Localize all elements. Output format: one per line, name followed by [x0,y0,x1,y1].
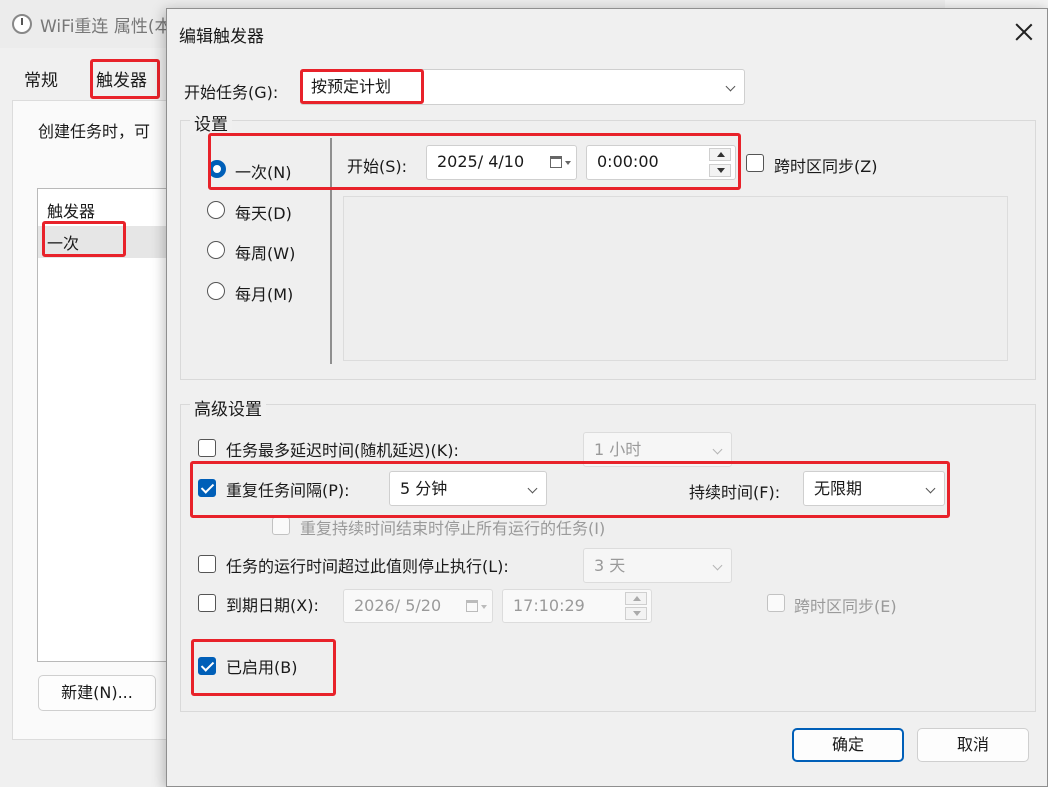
stop-longer-value: 3 天 [594,556,626,575]
calendar-icon[interactable] [466,600,487,612]
expire-sync-label[interactable]: 跨时区同步(E) [794,593,897,617]
radio-weekly-label[interactable]: 每周(W) [235,240,295,264]
new-trigger-button[interactable]: 新建(N)... [38,675,156,711]
sync-timezones-label[interactable]: 跨时区同步(Z) [774,153,877,177]
cancel-button[interactable]: 取消 [917,728,1029,762]
clock-icon [12,14,32,34]
expire-sync-checkbox[interactable] [767,594,785,612]
highlight-tab-triggers [90,59,160,99]
expire-date-picker[interactable]: 2026/ 5/20 [343,589,493,623]
tab-general[interactable]: 常规 [24,66,58,91]
spin-up-icon[interactable] [625,592,647,605]
expire-label[interactable]: 到期日期(X): [226,592,319,616]
close-icon[interactable] [1012,20,1036,44]
delay-label[interactable]: 任务最多延迟时间(随机延迟)(K): [226,437,459,461]
expire-time-value: 17:10:29 [513,596,585,615]
triggers-description: 创建任务时，可 [38,122,151,141]
expire-checkbox[interactable] [198,594,216,612]
stop-longer-label[interactable]: 任务的运行时间超过此值则停止执行(L): [226,553,509,577]
highlight-begin-task [300,69,424,104]
highlight-enabled [191,639,336,696]
triggers-list-header[interactable]: 触发器 [47,198,95,222]
delay-value: 1 小时 [594,440,642,459]
task-properties-title: WiFi重连 属性(本 [40,17,172,37]
settings-group-title: 设置 [190,110,232,135]
radio-daily-label[interactable]: 每天(D) [235,200,292,224]
expire-date-value: 2026/ 5/20 [354,596,442,615]
triggers-list[interactable] [37,188,177,662]
chevron-down-icon [712,444,723,455]
highlight-start-settings [208,133,741,190]
highlight-repeat-interval [190,461,950,518]
chevron-down-icon [712,560,723,571]
ok-button[interactable]: 确定 [792,728,904,762]
stop-all-checkbox[interactable] [272,517,290,535]
advanced-settings-title: 高级设置 [190,395,266,420]
spin-down-icon[interactable] [625,607,647,620]
radio-monthly-label[interactable]: 每月(M) [235,281,293,305]
delay-checkbox[interactable] [198,439,216,457]
expire-time-field[interactable]: 17:10:29 [502,589,652,623]
dialog-title: 编辑触发器 [179,27,264,47]
stop-all-label[interactable]: 重复持续时间结束时停止所有运行的任务(I) [300,515,605,539]
stop-longer-checkbox[interactable] [198,555,216,573]
sync-timezones-checkbox[interactable] [746,154,764,172]
chevron-down-icon [725,81,736,92]
schedule-detail-panel [343,196,1008,361]
radio-weekly[interactable] [207,241,225,259]
begin-task-label: 开始任务(G): [184,83,279,102]
radio-daily[interactable] [207,201,225,219]
highlight-trigger-row [42,221,126,257]
radio-monthly[interactable] [207,282,225,300]
stop-longer-dropdown[interactable]: 3 天 [583,548,732,583]
